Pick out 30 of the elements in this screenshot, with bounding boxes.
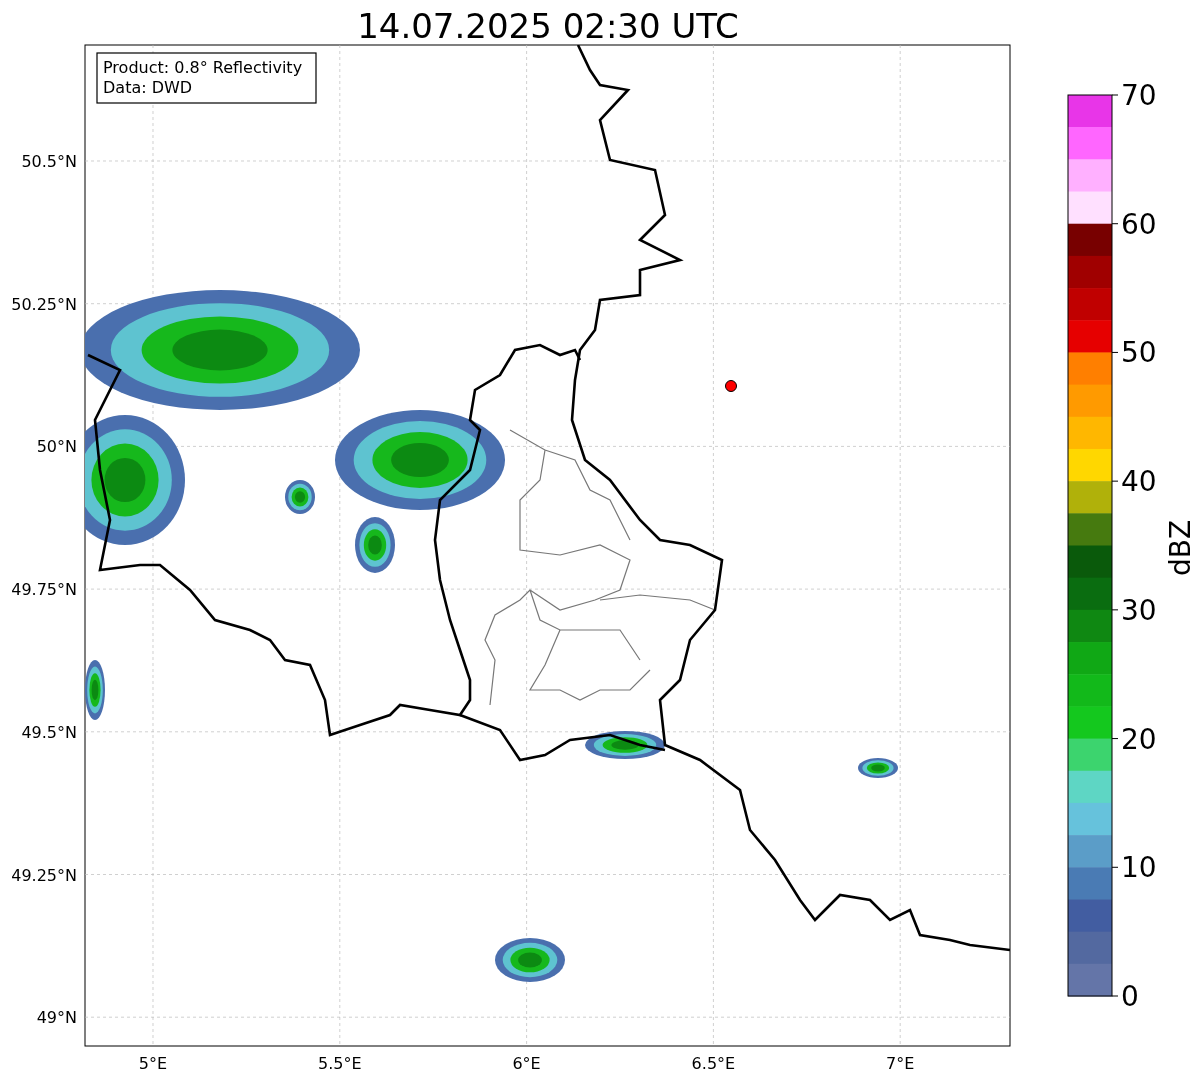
latitude-label: 50°N	[36, 437, 77, 457]
longitude-label: 6.5°E	[691, 1054, 736, 1073]
latitude-label: 49.25°N	[11, 865, 77, 885]
latitude-label: 49.75°N	[11, 580, 77, 600]
colorbar-tick-label: 70	[1121, 79, 1157, 112]
precipitation-echo	[858, 758, 898, 778]
latitude-label: 50.25°N	[11, 294, 77, 314]
info-text: Data: DWD	[103, 78, 193, 97]
colorbar-label: dBZ	[1164, 519, 1197, 577]
info-text: Product: 0.8° Reflectivity	[103, 58, 303, 77]
colorbar-tick-label: 60	[1121, 207, 1157, 241]
longitude-label: 5.5°E	[318, 1054, 362, 1073]
chart-title: 14.07.2025 02:30 UTC	[357, 6, 739, 46]
radar-site-marker	[725, 380, 737, 392]
colorbar-tick-label: 50	[1121, 336, 1157, 370]
latitude-label: 49.5°N	[21, 722, 77, 742]
precipitation-echo	[355, 517, 395, 573]
precipitation-echo	[285, 480, 315, 514]
longitude-label: 6°E	[512, 1054, 541, 1073]
colorbar-tick-label: 0	[1121, 980, 1139, 1013]
precipitation-echo	[85, 660, 105, 720]
precipitation-echo	[495, 938, 565, 982]
latitude-label: 49°N	[36, 1008, 77, 1028]
latitude-label: 50.5°N	[21, 152, 77, 171]
longitude-label: 5°E	[138, 1054, 168, 1073]
colorbar-tick-label: 10	[1121, 851, 1157, 885]
colorbar-tick-label: 30	[1121, 593, 1157, 627]
colorbar-tick-label: 20	[1121, 722, 1157, 756]
longitude-label: 7°E	[886, 1054, 915, 1073]
colorbar-tick-label: 40	[1121, 465, 1157, 499]
